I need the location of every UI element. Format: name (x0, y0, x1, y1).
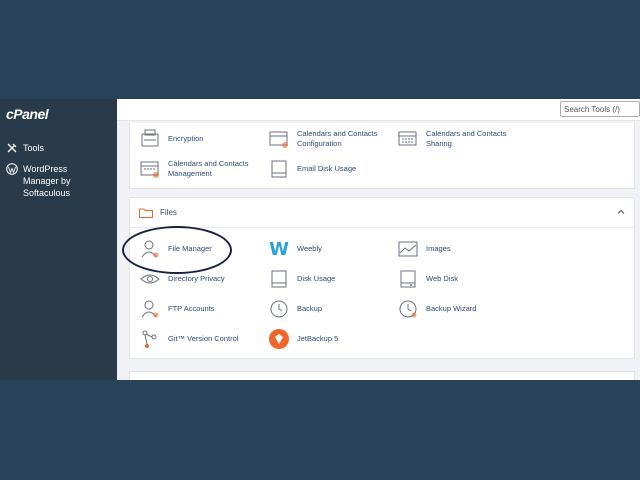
svg-text:W: W (269, 239, 289, 260)
top-bar (117, 99, 640, 121)
sidebar-item-label: WordPress Manager by Softaculous (23, 164, 71, 198)
calendar-config-icon (269, 131, 288, 148)
disk-usage-icon (271, 270, 287, 288)
tool-directory-privacy[interactable]: Directory Privacy (139, 268, 225, 290)
tool-label: Git™ Version Control (168, 334, 239, 343)
tool-weebly[interactable]: W Weebly (268, 238, 322, 260)
ftp-accounts-icon (141, 300, 159, 318)
tool-label: Calendars and Contacts Management (168, 159, 249, 178)
directory-privacy-icon (140, 274, 160, 284)
sidebar-item-tools[interactable]: Tools (6, 142, 44, 154)
encryption-icon (141, 129, 159, 147)
main-content: Encryption Calendars and Contacts Config… (117, 99, 640, 380)
jetbackup-icon (269, 329, 289, 349)
git-icon (142, 330, 157, 348)
sidebar-item-wordpress[interactable]: WordPress Manager by Softaculous (6, 163, 103, 199)
web-disk-icon (400, 270, 416, 288)
backup-wizard-icon (399, 300, 417, 318)
tool-label: Web Disk (426, 274, 458, 283)
tool-email-disk-usage[interactable]: Email Disk Usage (268, 158, 356, 180)
files-panel: Files File Manager W Weebly Images Direc… (129, 197, 635, 359)
files-panel-header[interactable]: Files (130, 198, 634, 228)
images-icon (398, 241, 418, 257)
tool-web-disk[interactable]: Web Disk (397, 268, 458, 290)
sidebar-item-label: Tools (23, 143, 45, 153)
tool-label: FTP Accounts (168, 304, 215, 313)
tool-label: Encryption (168, 134, 204, 143)
tool-label: Calendars and Contacts Configuration (297, 129, 378, 148)
search-input[interactable] (560, 101, 640, 117)
cpanel-logo[interactable]: cPanel (6, 106, 49, 122)
security-panel: Encryption Calendars and Contacts Config… (129, 123, 635, 189)
file-manager-icon (141, 240, 159, 258)
backup-icon (270, 300, 288, 318)
tool-label: Backup (297, 304, 323, 313)
tool-calendars-management[interactable]: Calendars and Contacts Management (139, 158, 259, 180)
tool-label: Email Disk Usage (297, 164, 357, 173)
next-panel (129, 371, 635, 380)
tool-ftp-accounts[interactable]: FTP Accounts (139, 298, 215, 320)
tool-label: Weebly (297, 244, 322, 253)
chevron-up-icon[interactable] (616, 207, 626, 217)
panel-title: Files (160, 208, 177, 217)
cpanel-window: cPanel Tools WordPress Manager by Softac… (0, 99, 640, 380)
tool-calendars-sharing[interactable]: Calendars and Contacts Sharing (397, 128, 517, 150)
tool-label: JetBackup 5 (297, 334, 339, 343)
tools-icon (7, 143, 17, 153)
tool-label: Directory Privacy (168, 274, 225, 283)
tool-disk-usage[interactable]: Disk Usage (268, 268, 335, 290)
email-disk-usage-icon (271, 160, 287, 178)
sidebar: cPanel Tools WordPress Manager by Softac… (0, 99, 117, 380)
weebly-icon: W (269, 239, 289, 260)
tool-label: Disk Usage (297, 274, 336, 283)
tool-label: File Manager (168, 244, 212, 253)
wordpress-icon (6, 163, 18, 175)
tool-label: Calendars and Contacts Sharing (426, 129, 507, 148)
calendar-sharing-icon (398, 131, 417, 146)
tool-backup[interactable]: Backup (268, 298, 322, 320)
tool-images[interactable]: Images (397, 238, 451, 260)
tool-file-manager[interactable]: File Manager (139, 238, 212, 260)
tool-backup-wizard[interactable]: Backup Wizard (397, 298, 476, 320)
tool-encryption[interactable]: Encryption (139, 128, 203, 150)
tool-git-version-control[interactable]: Git™ Version Control (139, 328, 238, 350)
tool-jetbackup[interactable]: JetBackup 5 (268, 328, 338, 350)
folder-icon (139, 208, 153, 218)
tool-label: Backup Wizard (426, 304, 477, 313)
tool-label: Images (426, 244, 451, 253)
tool-calendars-config[interactable]: Calendars and Contacts Configuration (268, 128, 388, 150)
calendar-management-icon (140, 161, 159, 178)
